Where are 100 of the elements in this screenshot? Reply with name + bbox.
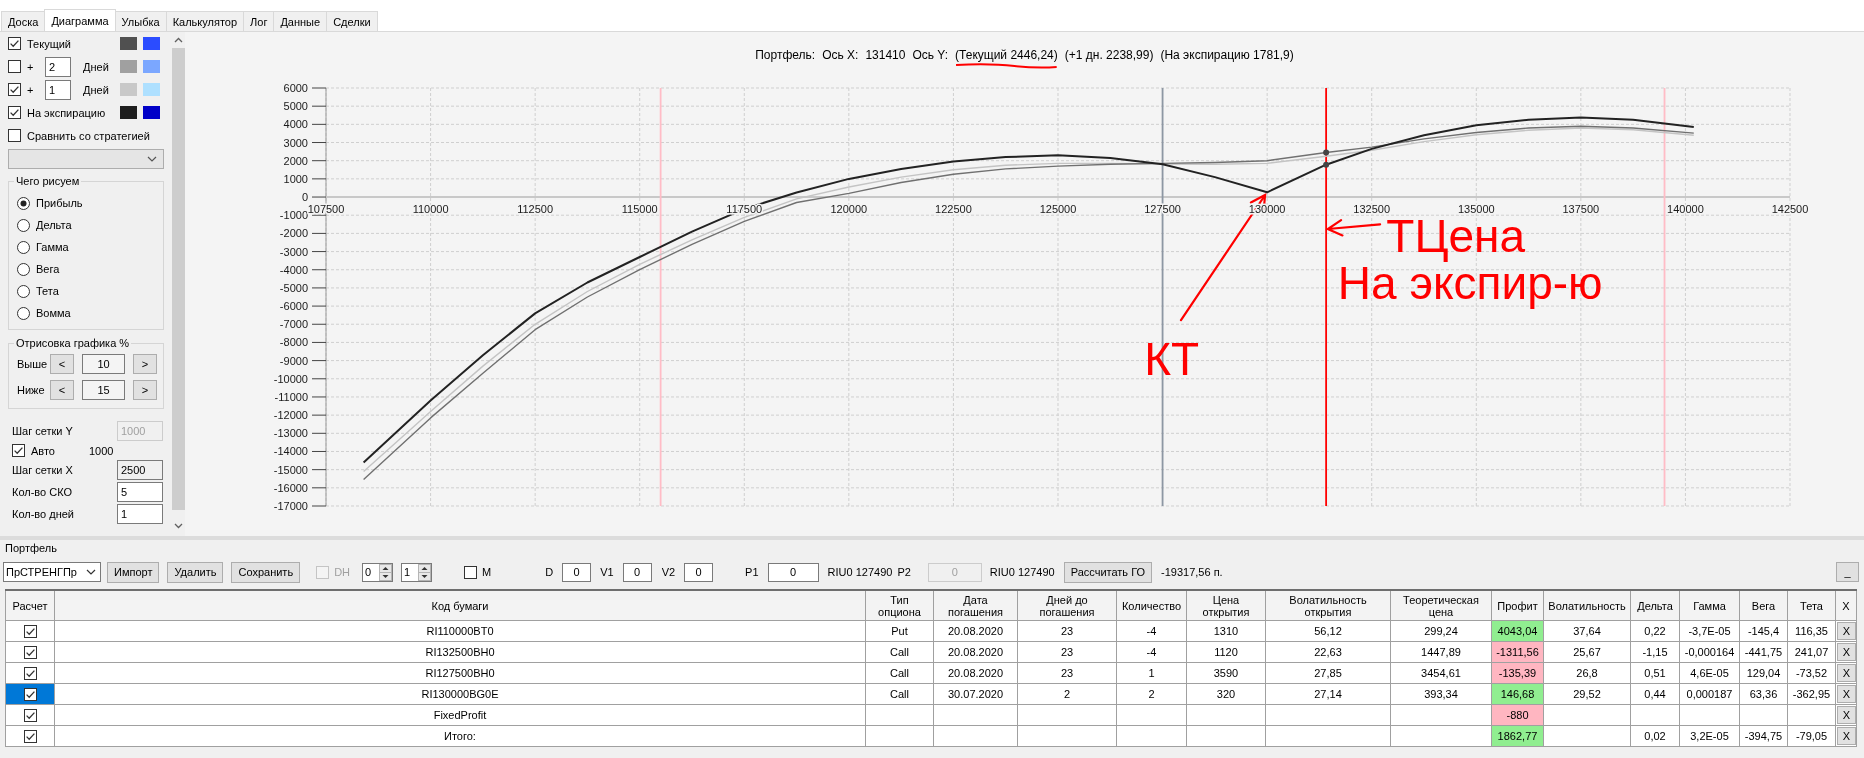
checkbox[interactable] [23,729,37,743]
tab[interactable]: Доска [1,11,46,31]
checkbox[interactable] [8,129,21,142]
days-field[interactable]: 2 [45,56,71,77]
color-swatch-icon[interactable] [120,83,137,96]
spin-arrows-icon[interactable] [379,563,393,581]
column-header[interactable]: Расчет [5,590,55,621]
scrollbar-thumb[interactable] [171,48,185,510]
radio-button[interactable] [17,262,30,276]
color-swatch-icon[interactable] [143,60,160,73]
checkbox[interactable] [23,645,37,659]
days-field[interactable]: 1 [45,79,71,100]
column-header[interactable]: Профит [1491,590,1544,621]
input-field[interactable]: 0 [622,562,652,582]
remove-button[interactable]: X [1837,706,1856,724]
column-header[interactable]: Дельта [1630,590,1680,621]
column-header[interactable]: Количество [1116,590,1187,621]
step-button[interactable]: < [50,380,74,400]
minimize-button[interactable]: _ [1836,562,1859,582]
input-field[interactable]: 0 [684,562,714,582]
column-header[interactable]: Дата погашения [933,590,1018,621]
toolbar-button[interactable]: Импорт [107,561,160,583]
toolbar-button[interactable]: Удалить [167,561,224,583]
column-header[interactable]: Дней до погашения [1017,590,1117,621]
radio-label[interactable]: Вега [36,263,60,275]
checkbox-label[interactable]: На экспирацию [27,106,106,119]
column-header[interactable]: Волатильность открытия [1265,590,1391,621]
color-swatch-icon[interactable] [120,106,137,119]
radio-button[interactable] [17,284,30,298]
checkbox[interactable] [23,624,37,638]
column-header[interactable]: Тип опциона [865,590,934,621]
table-cell[interactable] [5,662,55,684]
checkbox-label[interactable]: M [482,566,492,578]
color-swatch-icon[interactable] [143,37,160,50]
step-button[interactable]: > [133,380,157,400]
remove-button[interactable]: X [1837,622,1856,640]
checkbox[interactable] [8,37,21,50]
column-header[interactable]: Теоретическая цена [1390,590,1492,621]
radio-label[interactable]: Гамма [36,241,69,253]
value-field[interactable]: 15 [82,380,125,400]
step-button[interactable]: < [50,354,74,374]
radio-button[interactable] [17,218,30,232]
setting-field[interactable]: 2500 [117,460,163,480]
table-cell[interactable] [5,683,55,705]
remove-button[interactable]: X [1837,664,1856,682]
tab[interactable]: Улыбка [114,11,167,31]
spin-field[interactable]: 0 [362,562,394,582]
setting-field[interactable]: 1 [117,504,163,524]
tab[interactable]: Калькулятор [165,11,245,31]
radio-button[interactable] [17,306,30,320]
column-header[interactable]: Тета [1787,590,1836,621]
radio-label[interactable]: Тета [36,285,59,297]
radio-label[interactable]: Вомма [36,307,71,319]
checkbox[interactable] [23,687,37,701]
spin-arrows-icon[interactable] [418,563,432,581]
checkbox-label[interactable]: Авто [31,444,55,457]
setting-field[interactable]: 5 [117,482,163,502]
checkbox[interactable] [464,565,478,579]
chevron-up-icon[interactable] [173,37,183,43]
remove-button[interactable]: X [1837,643,1856,661]
radio-label[interactable]: Дельта [36,219,72,231]
input-field[interactable]: 0 [767,562,819,582]
column-header[interactable]: X [1835,590,1857,621]
table-cell[interactable] [5,641,55,663]
checkbox[interactable] [8,106,21,119]
radio-button[interactable] [17,240,30,254]
checkbox[interactable] [23,708,37,722]
checkbox-label[interactable]: Сравнить со стратегией [27,129,150,142]
color-swatch-icon[interactable] [143,83,160,96]
input-field[interactable]: 0 [562,562,592,582]
color-swatch-icon[interactable] [143,106,160,119]
remove-button[interactable]: X [1837,685,1856,703]
color-swatch-icon[interactable] [120,37,137,50]
value-field[interactable]: 10 [82,354,125,374]
table-cell[interactable] [5,704,55,726]
tab[interactable]: Лог [243,11,275,31]
remove-button[interactable]: X [1837,727,1856,745]
color-swatch-icon[interactable] [120,60,137,73]
checkbox[interactable] [23,666,37,680]
toolbar-button[interactable]: Сохранить [231,561,301,583]
tab[interactable]: Данные [273,11,328,31]
toolbar-button[interactable]: Рассчитать ГО [1063,561,1153,583]
chevron-down-icon[interactable] [173,523,183,529]
table-cell[interactable] [5,725,55,747]
checkbox[interactable] [12,444,25,457]
tab[interactable]: Сделки [326,11,378,31]
column-header[interactable]: Вега [1739,590,1788,621]
column-header[interactable]: Цена открытия [1186,590,1266,621]
step-button[interactable]: > [133,354,157,374]
radio-label[interactable]: Прибыль [36,197,83,209]
column-header[interactable]: Гамма [1679,590,1740,621]
checkbox[interactable] [8,60,21,73]
column-header[interactable]: Код бумаги [54,590,866,621]
portfolio-dropdown[interactable]: ПрСТРЕНГПр [3,562,101,582]
spin-field[interactable]: 1 [401,562,433,582]
radio-button[interactable] [17,196,30,210]
checkbox-label[interactable]: Текущий [27,37,71,50]
table-cell[interactable] [5,620,55,642]
checkbox[interactable] [8,83,21,96]
column-header[interactable]: Волатильность [1543,590,1631,621]
